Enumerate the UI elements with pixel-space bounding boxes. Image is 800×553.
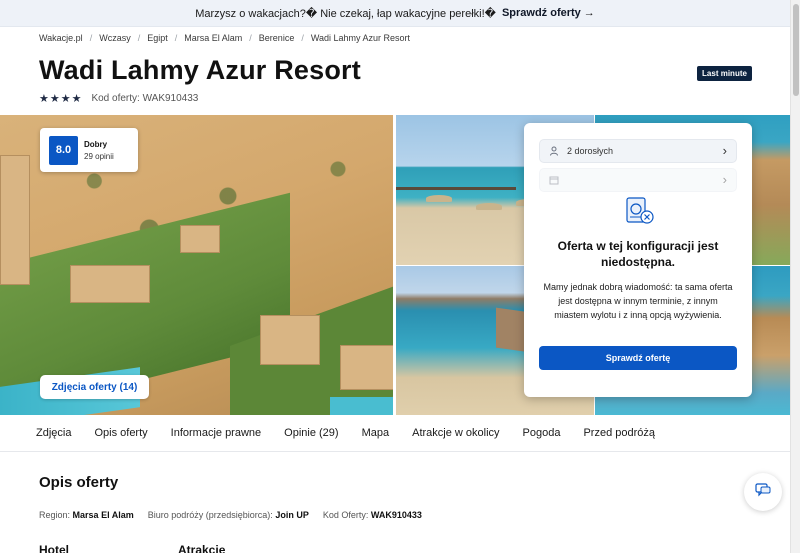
breadcrumb-item[interactable]: Berenice (259, 33, 295, 43)
offer-unavailable-icon (623, 195, 655, 227)
tab-reviews[interactable]: Opinie (29) (284, 427, 338, 439)
chevron-right-icon: › (722, 172, 727, 187)
breadcrumb-item[interactable]: Marsa El Alam (184, 33, 242, 43)
promo-link[interactable]: Sprawdź oferty (502, 7, 581, 19)
arrow-right-icon[interactable]: → (584, 7, 595, 19)
calendar-icon (549, 175, 559, 185)
hotel-heading: Hotel (39, 543, 69, 553)
offer-code: Kod oferty: WAK910433 (91, 93, 199, 104)
meta-code: Kod Oferty: WAK910433 (323, 510, 422, 520)
tab-attractions[interactable]: Atrakcje w okolicy (412, 427, 499, 439)
promo-bar: Marzysz o wakacjach?� Nie czekaj, łap wa… (0, 0, 790, 27)
breadcrumb: Wakacje.pl / Wczasy / Egipt / Marsa El A… (39, 33, 410, 43)
person-icon (549, 146, 559, 156)
meta-region-label: Region: (39, 510, 71, 520)
page-title: Wadi Lahmy Azur Resort (39, 55, 361, 85)
breadcrumb-item[interactable]: Egipt (147, 33, 168, 43)
date-field[interactable]: › (539, 168, 737, 192)
page-scrollbar[interactable] (790, 0, 800, 553)
meta-code-value: WAK910433 (370, 510, 422, 520)
tab-weather[interactable]: Pogoda (523, 427, 561, 439)
hotel-subline: ★★★★ Kod oferty: WAK910433 (39, 92, 198, 105)
tab-legal[interactable]: Informacje prawne (171, 427, 262, 439)
check-offer-button[interactable]: Sprawdź ofertę (539, 346, 737, 370)
star-rating-icon: ★★★★ (39, 93, 83, 105)
chat-button[interactable] (744, 473, 782, 511)
scrollbar-thumb[interactable] (793, 4, 799, 96)
rating-card[interactable]: 8.0 Dobry 29 opinii (40, 128, 138, 172)
breadcrumb-separator: / (89, 33, 93, 43)
meta-region: Region: Marsa El Alam (39, 510, 134, 520)
breadcrumb-item[interactable]: Wczasy (99, 33, 131, 43)
rating-score: 8.0 (49, 135, 78, 165)
unavailable-description: Mamy jednak dobrą wiadomość: ta sama ofe… (543, 282, 733, 320)
tab-map[interactable]: Mapa (362, 427, 390, 439)
tab-before-trip[interactable]: Przed podróżą (583, 427, 655, 439)
meta-code-label: Kod Oferty: (322, 510, 369, 520)
tab-description[interactable]: Opis oferty (94, 427, 147, 439)
breadcrumb-separator: / (249, 33, 252, 43)
offer-meta: Region: Marsa El Alam Biuro podróży (prz… (39, 510, 436, 520)
last-minute-badge: Last minute (697, 66, 752, 81)
chat-icon (755, 482, 771, 502)
travelers-field[interactable]: 2 dorosłych › (539, 139, 737, 163)
photos-button[interactable]: Zdjęcia oferty (14) (40, 375, 149, 399)
booking-panel: 2 dorosłych › › Oferta w tej konfiguracj… (524, 123, 752, 397)
rating-count: 29 opinii (84, 151, 114, 161)
tab-photos[interactable]: Zdjęcia (36, 427, 71, 439)
section-tabs: Zdjęcia Opis oferty Informacje prawne Op… (0, 415, 790, 452)
travelers-value: 2 dorosłych (567, 146, 614, 156)
breadcrumb-separator: / (137, 33, 141, 43)
unavailable-title: Oferta w tej konfiguracji jest niedostęp… (557, 239, 719, 269)
meta-agency: Biuro podróży (przedsiębiorca): Join UP (148, 510, 309, 520)
breadcrumb-separator: / (301, 33, 304, 43)
section-title: Opis oferty (39, 474, 119, 491)
meta-agency-value: Join UP (275, 510, 309, 520)
meta-region-value: Marsa El Alam (72, 510, 134, 520)
breadcrumb-item[interactable]: Wakacje.pl (39, 33, 83, 43)
rating-label: Dobry (84, 139, 108, 149)
breadcrumb-separator: / (174, 33, 178, 43)
attractions-heading: Atrakcje (178, 543, 226, 553)
promo-text: Marzysz o wakacjach?� Nie czekaj, łap wa… (195, 7, 496, 20)
meta-agency-label: Biuro podróży (przedsiębiorca): (147, 510, 273, 520)
chevron-right-icon: › (722, 143, 727, 158)
breadcrumb-current: Wadi Lahmy Azur Resort (310, 33, 411, 43)
